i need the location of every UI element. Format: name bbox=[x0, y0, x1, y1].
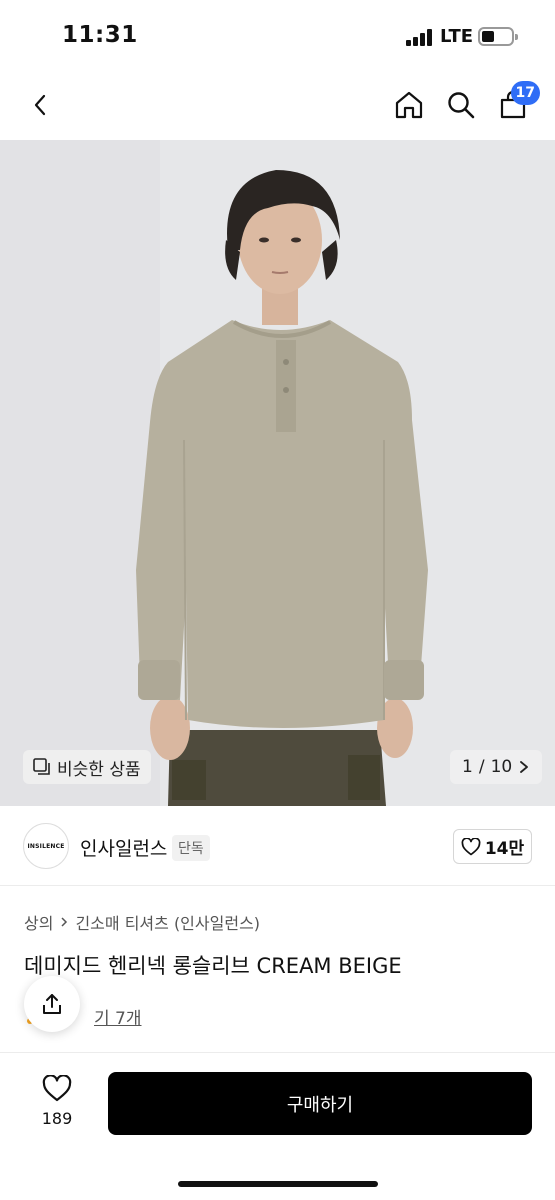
breadcrumb-category[interactable]: 상의 bbox=[24, 910, 53, 934]
back-button[interactable] bbox=[18, 82, 64, 128]
brand-name[interactable]: 인사일런스 bbox=[80, 834, 167, 861]
home-button[interactable] bbox=[386, 82, 432, 128]
product-image[interactable]: 비슷한 상품 1 / 10 bbox=[0, 140, 555, 806]
breadcrumb: 상의 긴소매 티셔츠 (인사일런스) bbox=[24, 910, 260, 934]
share-button[interactable] bbox=[24, 976, 80, 1032]
network-label: LTE bbox=[440, 26, 474, 47]
similar-products-button[interactable]: 비슷한 상품 bbox=[23, 750, 151, 784]
nav-bar: 17 bbox=[0, 72, 555, 138]
wishlist-count: 189 bbox=[41, 1109, 73, 1128]
similar-items-icon bbox=[33, 758, 50, 775]
cart-button[interactable]: 17 bbox=[490, 81, 540, 128]
review-link[interactable]: 기 7개 bbox=[94, 1004, 142, 1029]
brand-like-button[interactable]: 14만 bbox=[453, 829, 532, 864]
wishlist-button[interactable]: 189 bbox=[28, 1075, 86, 1128]
image-counter-button[interactable]: 1 / 10 bbox=[450, 750, 543, 784]
product-title: 데미지드 헨리넥 롱슬리브 CREAM BEIGE bbox=[24, 954, 402, 978]
brand-like-count: 14만 bbox=[484, 839, 525, 859]
similar-products-label: 비슷한 상품 bbox=[57, 759, 141, 780]
exclusive-badge: 단독 bbox=[172, 835, 210, 861]
image-counter-total: 10 bbox=[490, 757, 513, 777]
search-icon bbox=[448, 92, 475, 119]
buy-button[interactable]: 구매하기 bbox=[108, 1072, 532, 1135]
brand-logo[interactable]: INSILENCE bbox=[23, 823, 69, 869]
cart-count-badge: 17 bbox=[510, 81, 540, 105]
heart-icon bbox=[42, 1075, 72, 1102]
home-indicator bbox=[178, 1181, 378, 1187]
image-counter-current: 1 bbox=[462, 757, 473, 777]
bottom-bar: 189 구매하기 bbox=[0, 1052, 555, 1200]
image-counter-separator: / bbox=[478, 757, 485, 777]
heart-icon bbox=[461, 837, 481, 855]
chevron-right-icon bbox=[520, 761, 529, 773]
signal-icon bbox=[406, 28, 434, 46]
search-button[interactable] bbox=[438, 82, 484, 128]
battery-icon bbox=[478, 27, 518, 46]
status-bar: 11:31 LTE bbox=[0, 0, 555, 70]
chevron-left-icon bbox=[34, 94, 46, 116]
chevron-right-icon bbox=[61, 917, 68, 927]
home-icon bbox=[395, 91, 423, 119]
status-time: 11:31 bbox=[62, 22, 138, 48]
product-photo bbox=[0, 140, 555, 806]
breadcrumb-subcategory[interactable]: 긴소매 티셔츠 (인사일런스) bbox=[75, 910, 260, 934]
brand-row: INSILENCE 인사일런스 단독 14만 bbox=[0, 806, 555, 886]
share-icon bbox=[43, 994, 61, 1014]
